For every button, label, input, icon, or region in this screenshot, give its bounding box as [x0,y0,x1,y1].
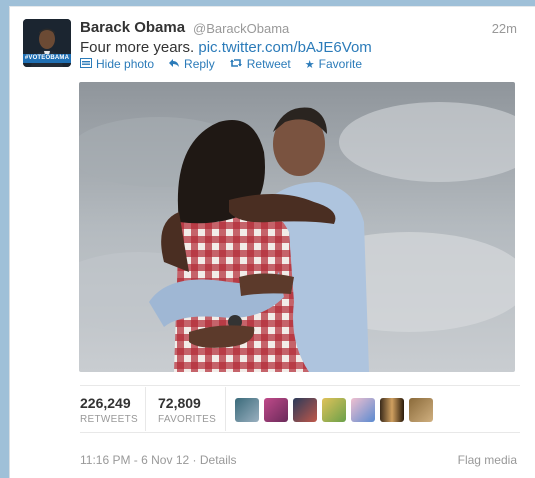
hide-photo-button[interactable]: Hide photo [80,57,154,71]
tweet-photo-image [79,82,515,372]
favorite-label: Favorite [318,57,362,71]
details-link[interactable]: Details [200,453,237,467]
flag-media-link[interactable]: Flag media [458,453,517,467]
tweet-body: Four more years. [80,39,195,56]
favorite-button[interactable]: ★ Favorite [305,57,362,71]
favorites-count: 72,809 [158,395,201,411]
stats-divider [225,387,226,431]
tweet-meta: 11:16 PM - 6 Nov 12 · Details [80,453,237,467]
favoriter-avatar[interactable] [380,398,404,422]
retweets-stat[interactable]: 226,249 RETWEETS [80,395,138,425]
tweet-photo[interactable] [79,82,515,372]
favoriter-avatar[interactable] [235,398,259,422]
retweets-label: RETWEETS [80,414,138,425]
favorites-label: FAVORITES [158,414,217,425]
tweet-card: #VOTEOBAMA Barack Obama @BarackObama 22m… [9,6,535,478]
favoriter-avatar[interactable] [293,398,317,422]
reply-button[interactable]: Reply [168,57,215,71]
favoriter-avatar[interactable] [409,398,433,422]
avatar-band-label: #VOTEOBAMA [23,54,71,63]
meta-separator: · [192,453,197,467]
hide-photo-label: Hide photo [96,57,155,71]
favoriter-avatar[interactable] [351,398,375,422]
tweet-text: Four more years. pic.twitter.com/bAJE6Vo… [80,39,372,56]
avatar[interactable]: #VOTEOBAMA [23,19,71,67]
user-name[interactable]: Barack Obama [80,19,185,36]
favorites-stat[interactable]: 72,809 FAVORITES [158,395,216,425]
tweet-actions: Hide photo Reply Retweet ★ Favorite [80,57,362,71]
stats-divider-top [80,385,520,386]
favoriter-avatar[interactable] [264,398,288,422]
favoriters-avatars [235,398,433,422]
reply-label: Reply [184,57,215,71]
tweet-time[interactable]: 22m [492,21,517,36]
retweet-icon [229,58,243,71]
stats-divider [145,387,146,431]
photo-icon [80,57,92,71]
retweet-label: Retweet [246,57,291,71]
reply-icon [168,58,180,71]
tweet-timestamp[interactable]: 11:16 PM - 6 Nov 12 [80,453,189,467]
retweets-count: 226,249 [80,395,131,411]
favoriter-avatar[interactable] [322,398,346,422]
user-handle[interactable]: @BarackObama [193,21,289,36]
tweet-link[interactable]: pic.twitter.com/bAJE6Vom [198,39,371,56]
retweet-button[interactable]: Retweet [229,57,291,71]
stats-divider-bottom [80,432,520,433]
star-icon: ★ [304,58,315,71]
